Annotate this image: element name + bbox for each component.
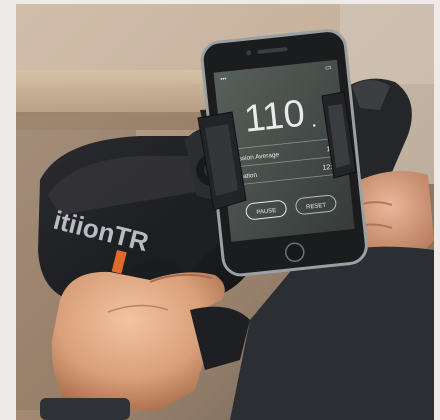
wrist-watch: [40, 398, 130, 420]
photo-scene: itiionTR ••• ▭ 110 • Session Average Dur…: [0, 0, 440, 420]
status-carrier: •••: [220, 76, 227, 83]
main-metric-value: 110: [242, 93, 307, 141]
status-battery: ▭: [325, 63, 332, 72]
page-margin-right: [434, 0, 440, 420]
